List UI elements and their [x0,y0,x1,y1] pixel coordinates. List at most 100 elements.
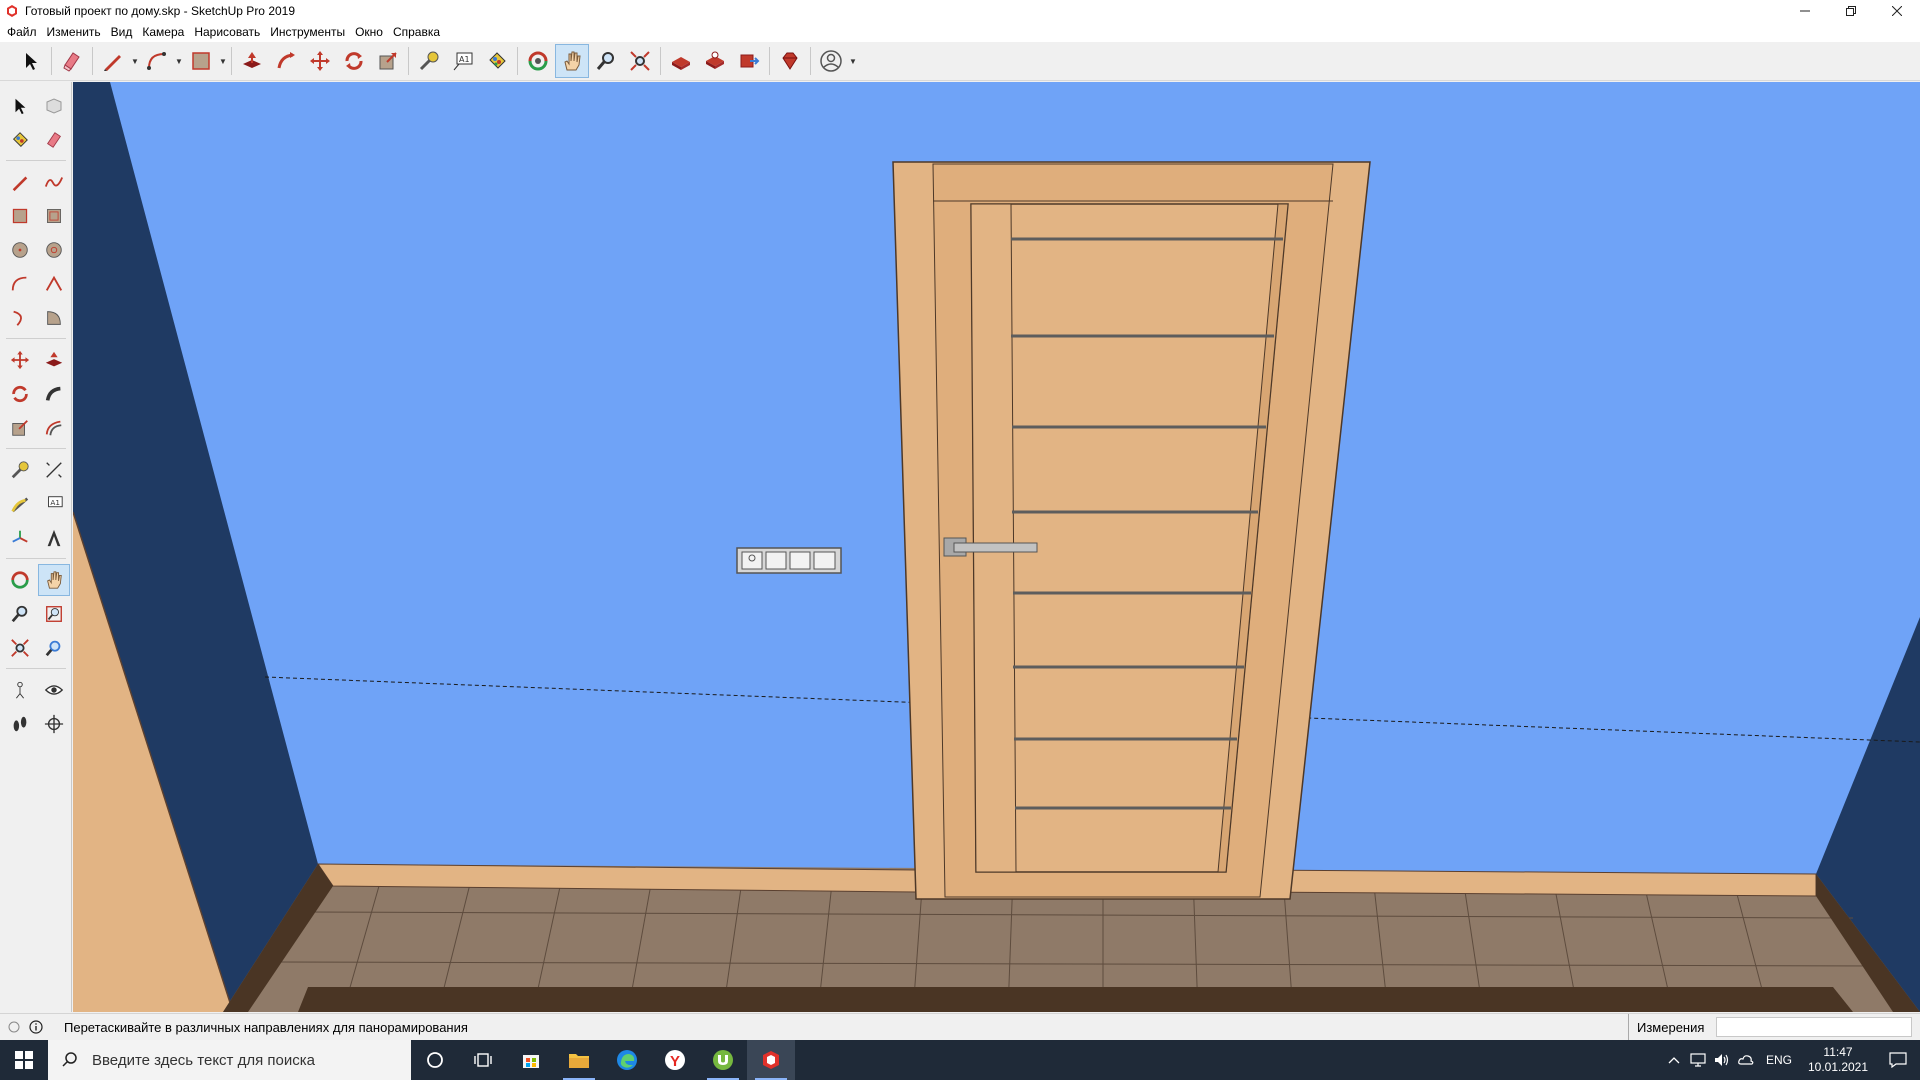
scale-tool-button[interactable] [371,44,405,78]
palette-scale-button[interactable] [4,412,36,444]
palette-freehand-button[interactable] [38,166,70,198]
palette-eraser-button[interactable] [38,124,70,156]
zoom-tool-button[interactable] [589,44,623,78]
move-icon [310,51,330,71]
palette-rectangle-button[interactable] [4,200,36,232]
close-button[interactable] [1874,0,1920,22]
rectangle-tool-button[interactable] [184,44,218,78]
palette-rotated-rectangle-button[interactable] [38,200,70,232]
action-center-button[interactable] [1876,1040,1920,1080]
start-button[interactable] [0,1040,48,1080]
folder-icon [569,1054,589,1068]
menu-view[interactable]: Вид [106,22,138,42]
menu-draw[interactable]: Нарисовать [189,22,265,42]
polygon-icon [46,242,62,258]
move-tool-button[interactable] [303,44,337,78]
palette-zoom-window-button[interactable] [38,598,70,630]
menu-camera[interactable]: Камера [137,22,189,42]
line-tool-button[interactable] [96,44,130,78]
account-button[interactable] [814,44,848,78]
palette-offset-button[interactable] [38,412,70,444]
follow-me-tool-button[interactable] [269,44,303,78]
palette-walk-button[interactable] [4,708,36,740]
taskbar-utorrent[interactable] [699,1040,747,1080]
text-tool-button[interactable]: A1 [446,44,480,78]
taskbar-search[interactable]: Введите здесь текст для поиска [48,1040,411,1080]
model-viewport[interactable] [73,82,1920,1012]
palette-three-point-arc-button[interactable] [4,302,36,334]
eraser-tool-button[interactable] [55,44,89,78]
restore-button[interactable] [1828,0,1874,22]
menu-edit[interactable]: Изменить [42,22,106,42]
palette-push-pull-button[interactable] [38,344,70,376]
palette-select-button[interactable] [4,90,36,122]
taskbar-store[interactable] [507,1040,555,1080]
tray-volume[interactable] [1710,1040,1734,1080]
tray-network[interactable] [1686,1040,1710,1080]
menu-file[interactable]: Файл [2,22,42,42]
ruby-console-button[interactable] [773,44,807,78]
palette-circle-button[interactable] [4,234,36,266]
paint-bucket-tool-button[interactable] [480,44,514,78]
geolocation-status-icon[interactable] [6,1019,22,1035]
zoom-extents-tool-button[interactable] [623,44,657,78]
minimize-button[interactable] [1782,0,1828,22]
palette-line-button[interactable] [4,166,36,198]
palette-arc-button[interactable] [4,268,36,300]
palette-zoom-button[interactable] [4,598,36,630]
menu-help[interactable]: Справка [388,22,445,42]
toolbar-separator [517,47,518,75]
palette-paint-bucket-button[interactable] [4,124,36,156]
palette-3d-text-button[interactable] [38,522,70,554]
palette-pie-button[interactable] [38,302,70,334]
orbit-tool-button[interactable] [521,44,555,78]
palette-rotate-button[interactable] [4,378,36,410]
push-pull-tool-button[interactable] [235,44,269,78]
arc-tool-button[interactable] [140,44,174,78]
menu-tools[interactable]: Инструменты [265,22,350,42]
rotate-tool-button[interactable] [337,44,371,78]
taskbar-yandex-browser[interactable]: Y [651,1040,699,1080]
search-icon [62,1052,77,1067]
palette-two-point-arc-button[interactable] [38,268,70,300]
palette-pan-button[interactable] [38,564,70,596]
palette-position-camera-button[interactable] [4,674,36,706]
palette-section-plane-button[interactable] [38,708,70,740]
palette-polygon-button[interactable] [38,234,70,266]
send-to-layout-button[interactable] [732,44,766,78]
tray-weather[interactable] [1734,1040,1758,1080]
3d-warehouse-button[interactable] [664,44,698,78]
palette-orbit-button[interactable] [4,564,36,596]
extension-warehouse-button[interactable] [698,44,732,78]
cortana-button[interactable] [411,1040,459,1080]
arc-tool-dropdown[interactable]: ▼ [174,44,184,78]
taskbar-file-explorer[interactable] [555,1040,603,1080]
door-stile [970,203,1017,873]
line-tool-dropdown[interactable]: ▼ [130,44,140,78]
palette-zoom-extents-button[interactable] [4,632,36,664]
taskbar-edge[interactable] [603,1040,651,1080]
measurements-input[interactable] [1716,1017,1912,1037]
taskbar-sketchup[interactable] [747,1040,795,1080]
palette-previous-view-button[interactable] [38,632,70,664]
pan-tool-button[interactable] [555,44,589,78]
clock[interactable]: 11:47 10.01.2021 [1800,1045,1876,1075]
palette-look-around-button[interactable] [38,674,70,706]
tape-measure-tool-button[interactable] [412,44,446,78]
palette-tape-measure-button[interactable] [4,454,36,486]
palette-text-button[interactable]: A1 [38,488,70,520]
palette-move-button[interactable] [4,344,36,376]
input-language[interactable]: ENG [1758,1053,1800,1067]
task-view-button[interactable] [459,1040,507,1080]
palette-dimension-button[interactable] [38,454,70,486]
info-status-icon[interactable] [28,1019,44,1035]
palette-follow-me-button[interactable] [38,378,70,410]
select-tool-button[interactable] [14,44,48,78]
palette-protractor-button[interactable] [4,488,36,520]
palette-component-button[interactable] [38,90,70,122]
account-dropdown[interactable]: ▼ [848,44,858,78]
rectangle-tool-dropdown[interactable]: ▼ [218,44,228,78]
palette-axes-button[interactable] [4,522,36,554]
tray-overflow-button[interactable] [1662,1040,1686,1080]
menu-window[interactable]: Окно [350,22,388,42]
